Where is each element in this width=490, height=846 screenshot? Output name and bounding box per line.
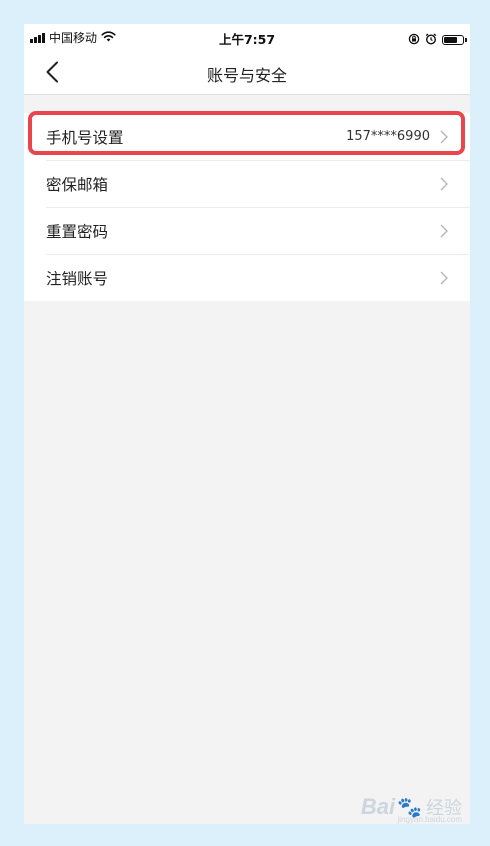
watermark-url: jingyan.baidu.com xyxy=(397,815,462,824)
alarm-icon xyxy=(425,30,437,49)
status-bar: 中国移动 上午7:57 xyxy=(24,24,470,50)
settings-item-label: 重置密码 xyxy=(46,222,109,241)
battery-icon xyxy=(442,34,467,45)
chevron-right-icon xyxy=(440,271,450,285)
rotation-lock-icon xyxy=(408,30,420,49)
settings-item-delete-account[interactable]: 注销账号 xyxy=(24,254,470,301)
settings-item-security-email[interactable]: 密保邮箱 xyxy=(24,160,470,207)
settings-item-label: 手机号设置 xyxy=(46,128,124,147)
chevron-right-icon xyxy=(440,177,450,191)
phone-number-value: 157****6990 xyxy=(346,129,430,144)
status-time: 上午7:57 xyxy=(218,32,276,47)
status-right xyxy=(408,30,467,49)
settings-item-label: 密保邮箱 xyxy=(46,175,109,194)
navigation-bar: 账号与安全 xyxy=(24,50,470,95)
settings-item-reset-password[interactable]: 重置密码 xyxy=(24,207,470,254)
page-title: 账号与安全 xyxy=(206,66,287,85)
settings-item-label: 注销账号 xyxy=(46,269,109,288)
settings-item-phone[interactable]: 手机号设置 157****6990 xyxy=(24,113,470,160)
phone-screen: 中国移动 上午7:57 账号与安全 手机号设置 157****6990 密保邮箱… xyxy=(24,24,470,824)
battery-level xyxy=(444,36,457,43)
chevron-right-icon xyxy=(440,224,450,238)
chevron-right-icon xyxy=(440,130,450,144)
baidu-jingyan-watermark: Bai 🐾 经验 jingyan.baidu.com xyxy=(360,794,462,824)
watermark-brand: Bai xyxy=(360,794,396,819)
settings-list: 手机号设置 157****6990 密保邮箱 重置密码 注销账号 xyxy=(24,113,470,301)
